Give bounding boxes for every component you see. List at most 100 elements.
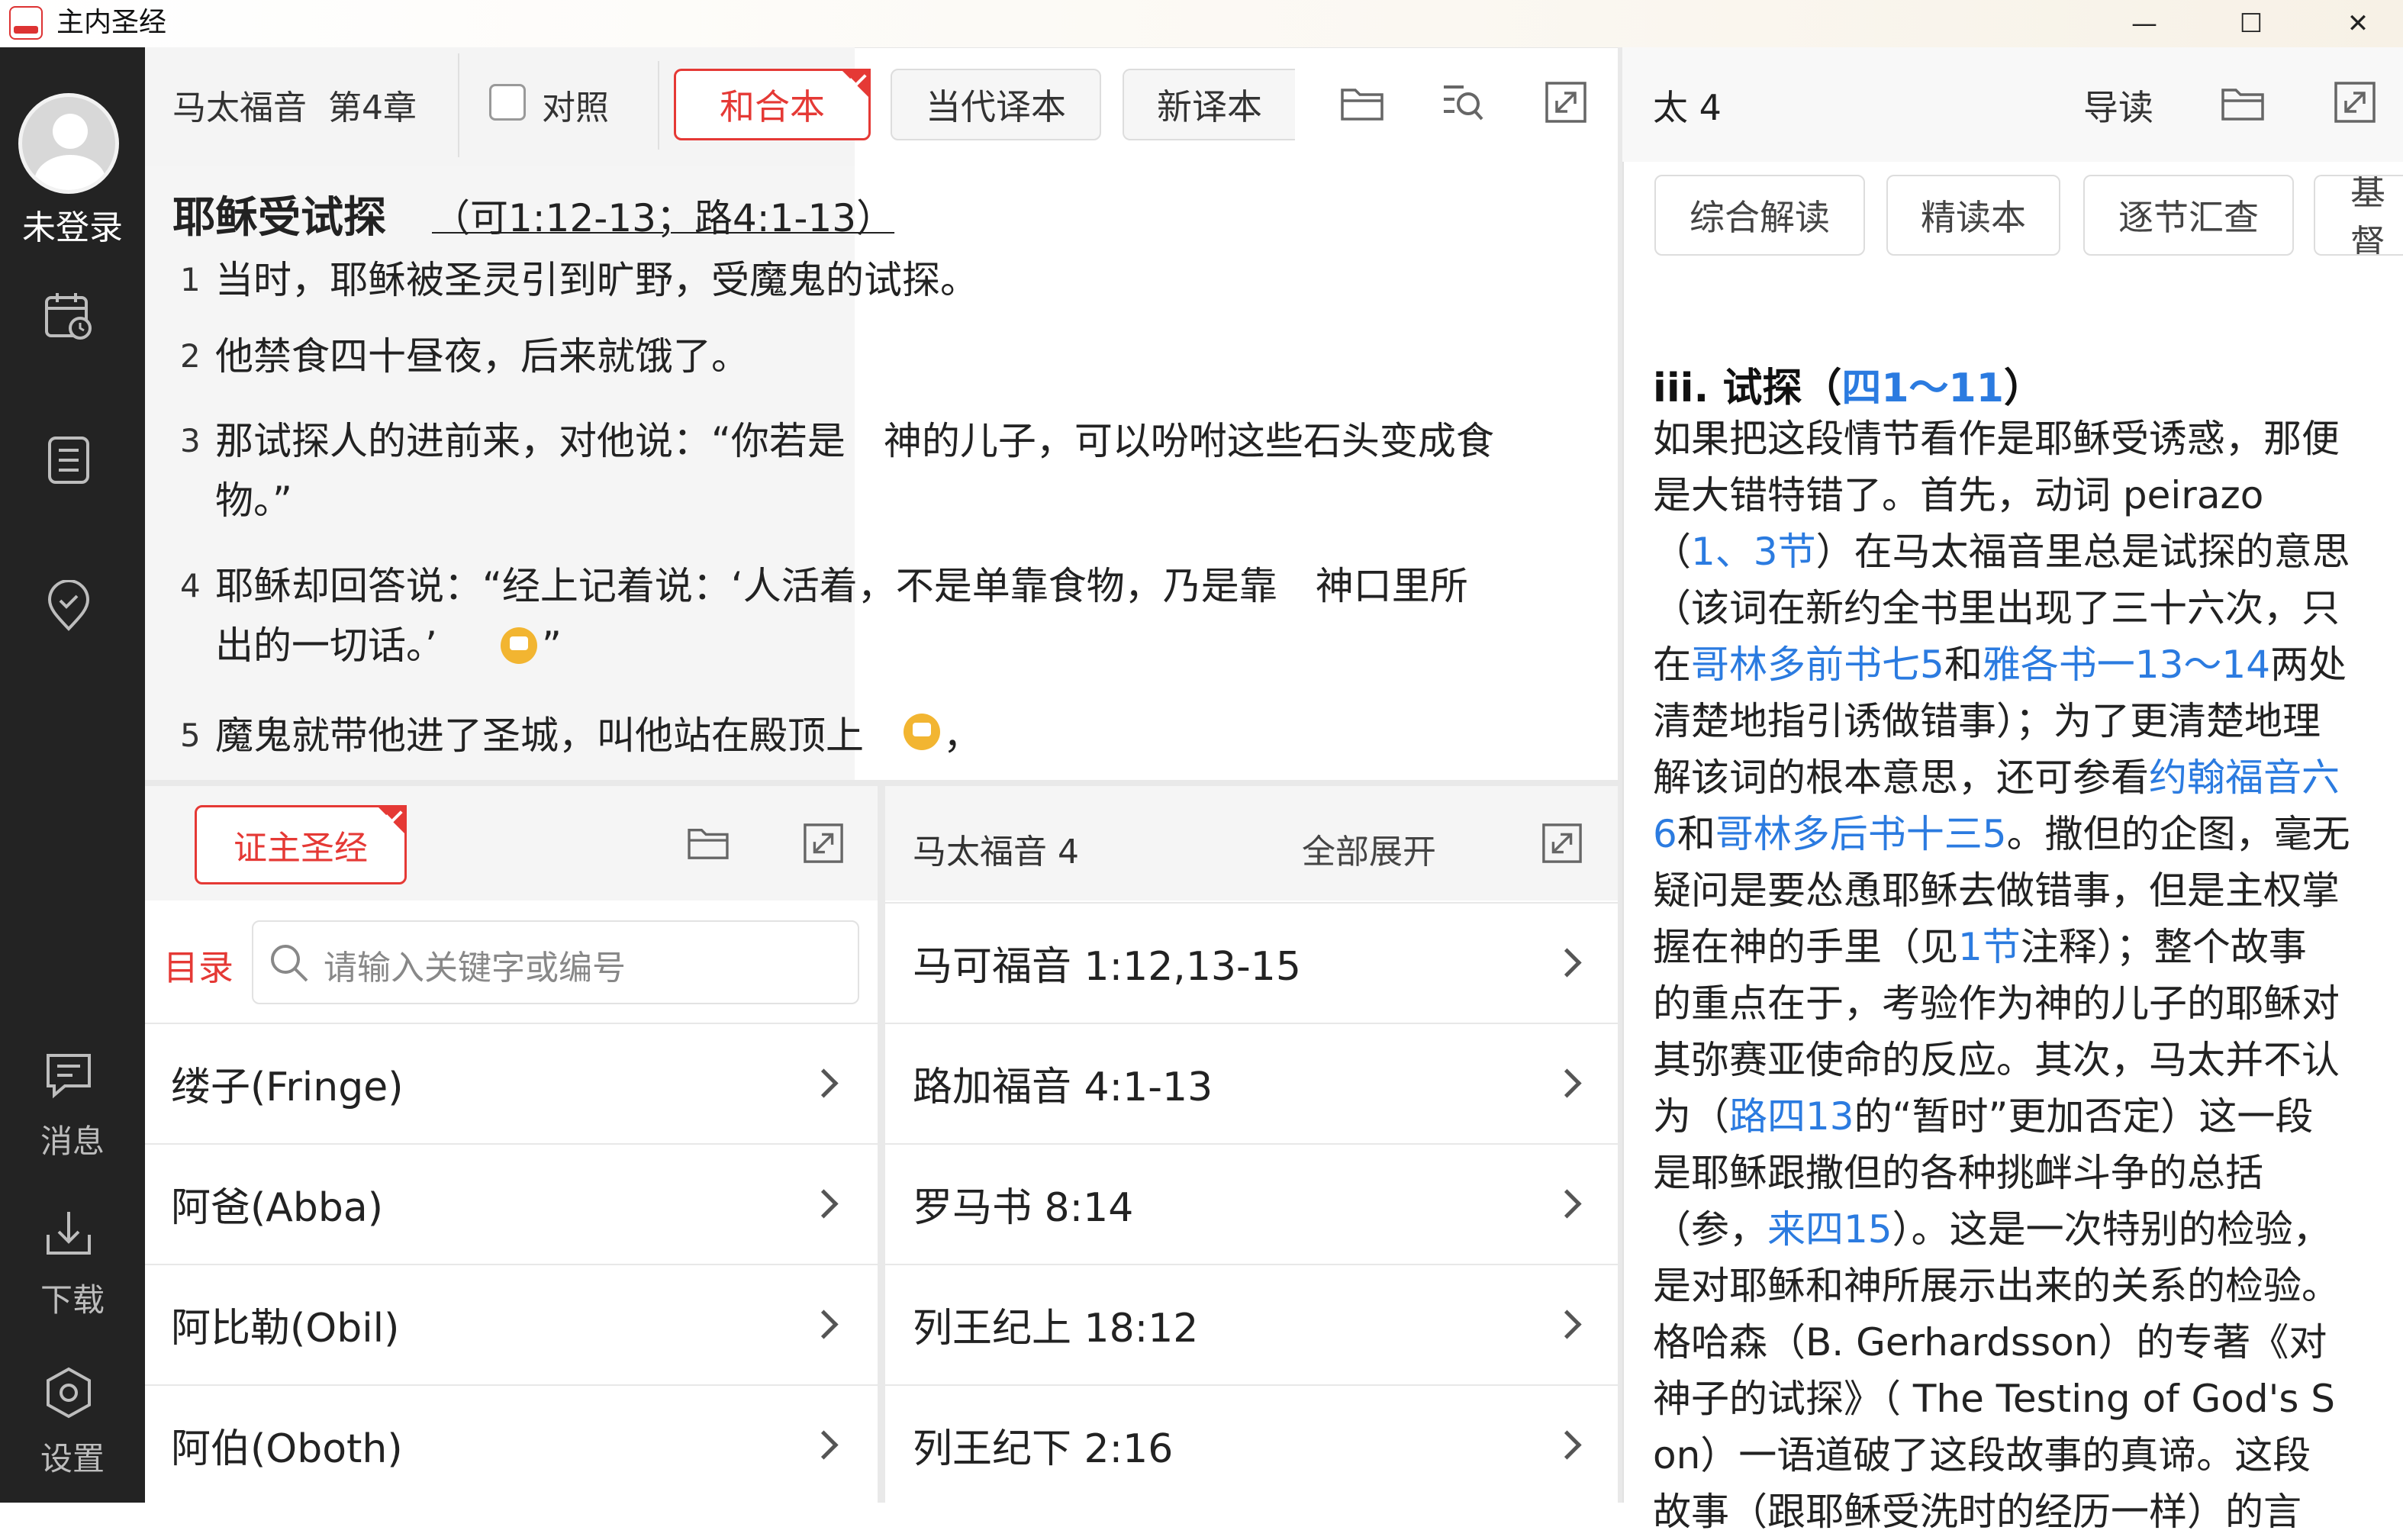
list-item-label: 阿比勒(Obil) bbox=[171, 1306, 400, 1352]
commentary-text: ）在马太福音里总是试探的意思 bbox=[1815, 530, 2350, 574]
list-item[interactable]: 阿比勒(Obil) bbox=[145, 1264, 878, 1384]
commentary-text: ）。这是一次特别的检验， bbox=[1892, 1207, 2331, 1252]
commentary-text: 的重点在于，考验作为神的儿子的耶稣对 bbox=[1653, 981, 2340, 1026]
chevron-right-icon bbox=[1552, 1189, 1582, 1219]
section-parallel-refs[interactable]: （可1:12-13；路4:1-13） bbox=[432, 188, 894, 243]
heading-prefix: iii. 试探（ bbox=[1653, 366, 1842, 411]
commentary-text: 和 bbox=[1677, 812, 1715, 856]
horizontal-splitter[interactable] bbox=[145, 780, 1622, 786]
commentary-text: 在 bbox=[1653, 643, 1691, 687]
book-name: 马太福音 bbox=[172, 89, 307, 127]
folder-icon[interactable] bbox=[687, 824, 730, 861]
sidebar-item-download[interactable]: 下载 bbox=[0, 1274, 145, 1321]
chevron-right-icon bbox=[809, 1430, 839, 1460]
commentary-tab-overview[interactable]: 综合解读 bbox=[1654, 175, 1865, 256]
commentary-text: 解该词的根本意思，还可参看 bbox=[1653, 756, 2149, 800]
commentary-text: 清楚地指引诱做错事）；为了更清楚地理 bbox=[1653, 699, 2321, 743]
commentary-line: 故事（跟耶稣受洗时的经历一样）的言 bbox=[1653, 1484, 2397, 1540]
expand-icon[interactable] bbox=[2334, 81, 2376, 124]
calendar-icon[interactable] bbox=[42, 290, 95, 343]
verse-line[interactable]: 耶稣却回答说：“经上记着说：‘人活着，不是单靠食物，乃是靠 神口里所 bbox=[215, 556, 1468, 616]
chevron-right-icon bbox=[1552, 1068, 1582, 1098]
commentary-line: on）一语道破了这段故事的真谛。这段 bbox=[1653, 1427, 2397, 1484]
folder-icon[interactable] bbox=[1340, 84, 1384, 122]
scripture-link[interactable]: 来四15 bbox=[1767, 1207, 1892, 1252]
note-icon[interactable] bbox=[501, 627, 537, 664]
dictionary-tab[interactable]: 证主圣经 bbox=[195, 805, 407, 884]
location-check-icon[interactable] bbox=[42, 580, 95, 633]
scripture-link[interactable]: 约翰福音六 bbox=[2149, 756, 2340, 800]
commentary-text: 为（ bbox=[1653, 1094, 1729, 1139]
scripture-link[interactable]: 1、3节 bbox=[1691, 530, 1816, 574]
close-button[interactable]: ✕ bbox=[2320, 0, 2396, 47]
list-item-label: 路加福音 4:1-13 bbox=[913, 1065, 1213, 1110]
vertical-splitter[interactable] bbox=[878, 786, 885, 1503]
verse-line[interactable]: 当时，耶稣被圣灵引到旷野，受魔鬼的试探。 bbox=[215, 250, 978, 310]
version-tab-new[interactable]: 新译本 bbox=[1123, 69, 1295, 140]
commentary-tab-study[interactable]: 精读本 bbox=[1886, 175, 2060, 256]
scripture-link[interactable]: 哥林多后书十三5 bbox=[1715, 812, 2007, 856]
scripture-link[interactable]: 1节 bbox=[1958, 925, 2021, 969]
version-tab-contemporary[interactable]: 当代译本 bbox=[891, 69, 1101, 140]
list-item[interactable]: 马可福音 1:12,13-15 bbox=[885, 902, 1618, 1023]
guide-button[interactable]: 导读 bbox=[2083, 80, 2153, 130]
commentary-line: 为（路四13的“暂时”更加否定）这一段 bbox=[1653, 1088, 2397, 1145]
scripture-link[interactable]: 路四13 bbox=[1729, 1094, 1854, 1139]
search-text-icon[interactable] bbox=[1441, 81, 1485, 125]
verse-number: 2 bbox=[180, 337, 201, 375]
settings-hexagon-icon[interactable] bbox=[42, 1366, 95, 1419]
scripture-link[interactable]: 哥林多前书七5 bbox=[1691, 643, 1944, 687]
login-status-label[interactable]: 未登录 bbox=[0, 200, 145, 249]
expand-icon[interactable] bbox=[803, 823, 844, 864]
list-item[interactable]: 列王纪下 2:16 bbox=[885, 1384, 1618, 1504]
chevron-right-icon bbox=[1552, 948, 1582, 978]
commentary-tab-verse[interactable]: 逐节汇查 bbox=[2083, 175, 2294, 256]
commentary-text: （ bbox=[1653, 530, 1691, 574]
list-item[interactable]: 列王纪上 18:12 bbox=[885, 1264, 1618, 1384]
folder-icon[interactable] bbox=[2221, 84, 2265, 122]
sidebar-item-settings[interactable]: 设置 bbox=[0, 1433, 145, 1480]
chapter-name: 第4章 bbox=[327, 89, 417, 127]
commentary-text: 是大错特错了。首先，动词 peirazo bbox=[1653, 473, 2264, 517]
list-icon[interactable] bbox=[42, 433, 95, 487]
book-chapter-selector[interactable]: 马太福音 第4章 bbox=[172, 80, 417, 129]
verse-line[interactable]: 他禁食四十昼夜，后来就饿了。 bbox=[215, 327, 749, 386]
expand-all-button[interactable]: 全部展开 bbox=[1302, 824, 1436, 873]
chevron-right-icon bbox=[1552, 1310, 1582, 1339]
compare-checkbox[interactable] bbox=[489, 84, 526, 121]
expand-icon[interactable] bbox=[1545, 81, 1587, 124]
commentary-line: 是大错特错了。首先，动词 peirazo bbox=[1653, 467, 2397, 524]
maximize-button[interactable]: ☐ bbox=[2213, 0, 2289, 47]
list-item-label: 列王纪下 2:16 bbox=[913, 1426, 1174, 1472]
commentary-line: 解该词的根本意思，还可参看约翰福音六 bbox=[1653, 749, 2397, 806]
avatar[interactable] bbox=[18, 93, 119, 194]
verse-number: 3 bbox=[180, 422, 201, 459]
download-icon[interactable] bbox=[42, 1207, 95, 1261]
commentary-text: 如果把这段情节看作是耶稣受诱惑，那便 bbox=[1653, 417, 2340, 461]
list-item-label: 阿伯(Oboth) bbox=[171, 1426, 403, 1472]
chevron-right-icon bbox=[809, 1189, 839, 1219]
list-item[interactable]: 阿伯(Oboth) bbox=[145, 1384, 878, 1504]
scripture-link[interactable]: 6 bbox=[1653, 812, 1677, 856]
message-icon[interactable] bbox=[42, 1049, 95, 1103]
heading-suffix: ） bbox=[2003, 366, 2044, 411]
list-item[interactable]: 阿爸(Abba) bbox=[145, 1143, 878, 1264]
heading-link[interactable]: 四1～11 bbox=[1841, 366, 2004, 411]
commentary-text: （参， bbox=[1653, 1207, 1767, 1252]
toc-link[interactable]: 目录 bbox=[163, 940, 234, 991]
verse-line[interactable]: 那试探人的进前来，对他说：“你若是 神的儿子，可以吩咐这些石头变成食 bbox=[215, 411, 1494, 471]
verse-line[interactable]: 魔鬼就带他进了圣城，叫他站在殿顶上 bbox=[215, 706, 864, 765]
verse-line[interactable]: 物。” bbox=[215, 471, 292, 530]
commentary-body: 如果把这段情节看作是耶稣受诱惑，那便 是大错特错了。首先，动词 peirazo （1… bbox=[1653, 411, 2397, 1540]
list-item[interactable]: 罗马书 8:14 bbox=[885, 1143, 1618, 1264]
sidebar-item-messages[interactable]: 消息 bbox=[0, 1116, 145, 1162]
scripture-link[interactable]: 雅各书一13～14 bbox=[1983, 643, 2270, 687]
verse-line[interactable]: 出的一切话。’ bbox=[215, 616, 437, 675]
expand-icon[interactable] bbox=[1541, 823, 1583, 864]
minimize-button[interactable]: — bbox=[2106, 0, 2182, 47]
commentary-tab-more[interactable]: 基督 bbox=[2314, 175, 2403, 256]
list-item[interactable]: 路加福音 4:1-13 bbox=[885, 1023, 1618, 1143]
list-item[interactable]: 缕子(Fringe) bbox=[145, 1023, 878, 1143]
note-icon[interactable] bbox=[904, 714, 940, 750]
commentary-line: 的重点在于，考验作为神的儿子的耶稣对 bbox=[1653, 975, 2397, 1032]
